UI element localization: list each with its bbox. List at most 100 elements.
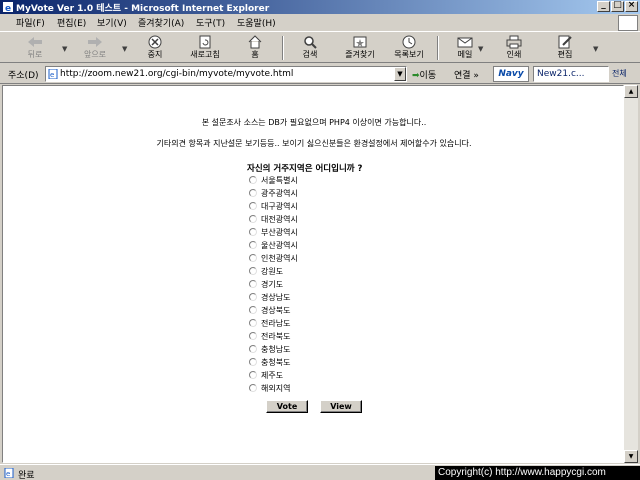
status-text: 완료	[18, 471, 35, 480]
toolbar: 뒤로 ▼ 앞으로 ▼ 중지 새로고침 홈 검색 즐겨찾기 목록보기 메일 ▼ 인…	[0, 31, 640, 63]
edit-button[interactable]: 편집	[540, 34, 590, 62]
go-button[interactable]: ➡이동	[412, 68, 436, 81]
search-button[interactable]: 검색	[285, 34, 335, 62]
address-bar: 주소(D) e http://zoom.new21.org/cgi-bin/my…	[0, 64, 640, 84]
favorites-button[interactable]: 즐겨찾기	[335, 34, 385, 62]
stop-button[interactable]: 중지	[130, 34, 180, 62]
poll-option-label: 전라남도	[261, 319, 291, 328]
naver-search-input[interactable]: New21.c...	[533, 66, 609, 82]
vote-button[interactable]: Vote	[266, 400, 308, 413]
radio-button[interactable]	[249, 306, 257, 314]
vertical-scrollbar[interactable]: ▲ ▼	[624, 85, 638, 463]
minimize-button[interactable]: _	[597, 0, 610, 12]
refresh-button[interactable]: 새로고침	[180, 34, 230, 62]
menu-file[interactable]: 파일(F)	[16, 16, 45, 29]
poll-option-label: 울산광역시	[261, 241, 298, 250]
search-icon	[304, 36, 317, 49]
radio-button[interactable]	[249, 332, 257, 340]
radio-button[interactable]	[249, 202, 257, 210]
radio-button[interactable]	[249, 345, 257, 353]
poll-option-label: 대전광역시	[261, 215, 298, 224]
notice-db: 본 설문조사 소스는 DB가 필요없으며 PHP4 이상이면 가능합니다..	[201, 118, 427, 127]
radio-button[interactable]	[249, 267, 257, 275]
maximize-button[interactable]: □	[611, 0, 624, 12]
poll-option-label: 경기도	[261, 280, 284, 289]
home-button[interactable]: 홈	[230, 34, 280, 62]
radio-button[interactable]	[249, 293, 257, 301]
page-content: 본 설문조사 소스는 DB가 필요없으며 PHP4 이상이면 가능합니다.. 기…	[2, 85, 624, 463]
radio-button[interactable]	[249, 358, 257, 366]
notice-settings: 기타의견 항목과 지난설문 보기등등.. 보이기 싫으신분들은 환경설정에서 제…	[156, 139, 472, 148]
menu-edit[interactable]: 편집(E)	[57, 16, 86, 29]
refresh-icon	[199, 35, 211, 49]
menu-favorites[interactable]: 즐겨찾기(A)	[138, 16, 184, 29]
address-label: 주소(D)	[8, 71, 39, 81]
address-input[interactable]: e http://zoom.new21.org/cgi-bin/myvote/m…	[45, 66, 407, 82]
mail-icon	[457, 37, 473, 48]
all-search-button[interactable]: 전체	[612, 68, 627, 79]
poll-option-label: 대구광역시	[261, 202, 298, 211]
toolbar-separator	[282, 36, 284, 60]
edit-dropdown-icon[interactable]: ▼	[593, 45, 598, 53]
forward-dropdown-icon[interactable]: ▼	[122, 45, 127, 53]
ie-throbber-icon	[618, 15, 638, 31]
radio-button[interactable]	[249, 176, 257, 184]
svg-text:e: e	[5, 4, 11, 12]
copyright-banner: Copyright(c) http://www.happycgi.com	[435, 466, 640, 480]
menu-view[interactable]: 보기(V)	[97, 16, 127, 29]
poll-option-label: 강원도	[261, 267, 284, 276]
naver-logo[interactable]: Navy	[493, 66, 529, 82]
radio-button[interactable]	[249, 241, 257, 249]
scroll-up-icon[interactable]: ▲	[624, 85, 638, 98]
svg-text:e: e	[6, 470, 10, 478]
close-icon: ×	[627, 0, 636, 10]
scroll-down-icon[interactable]: ▼	[624, 450, 638, 463]
home-icon	[248, 35, 262, 49]
address-url: http://zoom.new21.org/cgi-bin/myvote/myv…	[60, 69, 294, 79]
back-dropdown-icon[interactable]: ▼	[62, 45, 67, 53]
printer-icon	[506, 35, 522, 49]
radio-button[interactable]	[249, 319, 257, 327]
favorites-icon	[353, 36, 367, 48]
menu-bar: 파일(F) 편집(E) 보기(V) 즐겨찾기(A) 도구(T) 도움말(H)	[0, 14, 640, 30]
poll-option-label: 서울특별시	[261, 176, 298, 185]
poll-option-label: 충청북도	[261, 358, 291, 367]
window-title: MyVote Ver 1.0 테스트 - Microsoft Internet …	[16, 4, 270, 14]
poll-option-label: 충청남도	[261, 345, 291, 354]
menu-help[interactable]: 도움말(H)	[237, 16, 276, 29]
radio-button[interactable]	[249, 280, 257, 288]
radio-button[interactable]	[249, 228, 257, 236]
poll-option-label: 전라북도	[261, 332, 291, 341]
poll-option-label: 인천광역시	[261, 254, 298, 263]
go-arrow-icon: ➡	[412, 71, 420, 81]
poll-option-label: 부산광역시	[261, 228, 298, 237]
radio-button[interactable]	[249, 371, 257, 379]
poll-option-label: 제주도	[261, 371, 284, 380]
stop-icon	[148, 35, 162, 49]
radio-button[interactable]	[249, 384, 257, 392]
history-icon	[402, 35, 416, 49]
toolbar-separator	[437, 36, 439, 60]
poll-option-label: 해외지역	[261, 384, 291, 393]
ie-logo-icon: e	[3, 2, 13, 12]
edit-page-icon	[558, 35, 572, 49]
close-button[interactable]: ×	[625, 0, 638, 12]
minimize-icon: _	[601, 0, 606, 10]
links-button[interactable]: 연결 »	[454, 68, 479, 81]
maximize-icon: □	[613, 0, 622, 10]
print-button[interactable]: 인쇄	[489, 34, 539, 62]
page-icon: e	[48, 69, 58, 79]
view-button[interactable]: View	[320, 400, 362, 413]
svg-text:e: e	[50, 71, 54, 79]
history-button[interactable]: 목록보기	[384, 34, 434, 62]
address-dropdown-icon[interactable]: ▼	[394, 67, 406, 81]
radio-button[interactable]	[249, 215, 257, 223]
go-label: 이동	[419, 71, 437, 81]
radio-button[interactable]	[249, 254, 257, 262]
radio-button[interactable]	[249, 189, 257, 197]
menu-tools[interactable]: 도구(T)	[196, 16, 225, 29]
mail-dropdown-icon[interactable]: ▼	[478, 45, 483, 53]
poll-option-label: 경상남도	[261, 293, 291, 302]
back-button[interactable]: 뒤로	[10, 34, 60, 62]
forward-button[interactable]: 앞으로	[70, 34, 120, 62]
